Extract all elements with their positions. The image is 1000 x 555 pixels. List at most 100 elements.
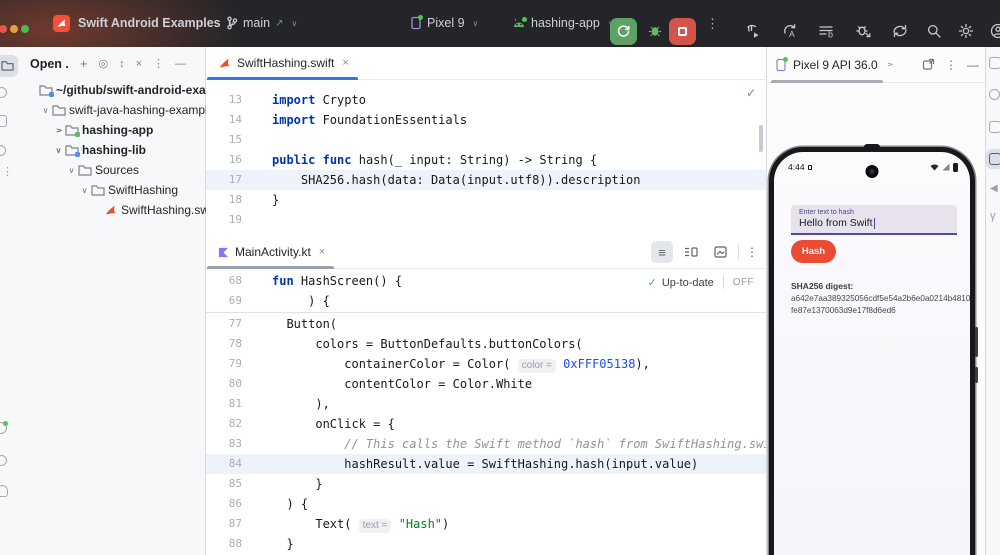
attach-debugger-button[interactable] (855, 23, 872, 39)
minimize-window-button[interactable] (10, 25, 18, 33)
code-token: hash(_ input: String) -> String { (351, 153, 598, 167)
tree-item-hashing-lib[interactable]: ∨ hashing-lib (18, 140, 205, 160)
hide-panel-icon[interactable]: — (175, 58, 186, 70)
add-icon[interactable]: + (80, 56, 88, 71)
device-tab-label[interactable]: Pixel 9 API 36.0 (793, 58, 878, 72)
code-line-83[interactable]: 83 // This calls the Swift method `hash`… (206, 434, 766, 454)
line-number: 84 (228, 457, 242, 470)
tree-chevron-icon[interactable]: ∨ (65, 166, 78, 175)
close-tab-icon[interactable]: × (319, 246, 325, 258)
rerun-button[interactable] (610, 18, 637, 45)
tree-item-hashing-app[interactable]: ∨ hashing-app (18, 120, 205, 140)
code-line-85[interactable]: 85 } (206, 474, 766, 494)
code-token: 0xFFF05138 (563, 357, 636, 371)
run-config-selector[interactable]: hashing-app ∨ (512, 16, 614, 30)
settings-button[interactable] (958, 23, 974, 39)
code-view-button[interactable]: ≡ (651, 241, 673, 263)
tree-chevron-icon[interactable]: ∨ (39, 106, 52, 115)
profiler-tool-button[interactable]: γ (990, 210, 996, 222)
terminal-tool-button[interactable] (0, 455, 7, 466)
code-line-19[interactable]: 19 (206, 210, 766, 230)
folder-icon (39, 84, 56, 97)
kotlin-editor[interactable]: ✓ Up-to-date OFF 68 fun HashScreen() {69 … (206, 269, 766, 555)
panel-options-icon[interactable]: ⋮ (153, 57, 164, 70)
code-line-15[interactable]: 15 (206, 130, 766, 150)
code-line-80[interactable]: 80 contentColor = Color.White (206, 374, 766, 394)
device-selector[interactable]: Pixel 9 ∨ (410, 15, 478, 30)
apply-changes-button[interactable]: A (782, 23, 799, 39)
close-tab-icon[interactable]: × (342, 57, 348, 69)
code-line-14[interactable]: 14 import FoundationEssentials (206, 110, 766, 130)
tree-item-swifthashing[interactable]: ∨ SwiftHashing (18, 180, 205, 200)
tree-chevron-icon[interactable]: ∨ (52, 146, 65, 155)
zoom-window-button[interactable] (21, 25, 29, 33)
top-editor-tabbar: SwiftHashing.swift × (206, 47, 766, 80)
hide-panel-icon[interactable]: — (967, 58, 979, 72)
hash-button[interactable]: Hash (791, 240, 836, 263)
code-line-17[interactable]: 17 SHA256.hash(data: Data(input.utf8)).d… (206, 170, 766, 190)
build-button[interactable] (746, 23, 763, 39)
collapse-all-icon[interactable]: × (136, 58, 142, 70)
project-selector[interactable]: Swift Android Examples ∨ (78, 16, 234, 30)
back-tool-button[interactable]: ◀ (990, 183, 998, 194)
tab-label: MainActivity.kt (235, 245, 311, 259)
open-in-window-icon[interactable] (922, 58, 935, 71)
uptodate-label: Up-to-date (661, 276, 714, 289)
split-view-button[interactable] (680, 241, 702, 263)
swift-editor[interactable]: ✓ 13 import Crypto 14 import FoundationEsse… (206, 80, 766, 236)
close-window-button[interactable] (0, 25, 7, 33)
project-view-selector[interactable]: Open . (30, 57, 69, 71)
design-view-button[interactable] (709, 241, 731, 263)
code-line-16[interactable]: 16 public func hash(_ input: String) -> S… (206, 150, 766, 170)
build-variants-button[interactable]: b (818, 23, 835, 39)
code-line-81[interactable]: 81 ), (206, 394, 766, 414)
tab-swifthashing-swift[interactable]: SwiftHashing.swift × (206, 47, 359, 80)
build-tool-button[interactable] (0, 485, 8, 497)
tab-mainactivity-kt[interactable]: MainActivity.kt × (206, 236, 335, 269)
live-edit-toggle[interactable]: OFF (733, 277, 754, 288)
tree-chevron-icon[interactable]: ∨ (78, 186, 91, 195)
profile-button[interactable] (990, 23, 1000, 39)
tree-item-sources[interactable]: ∨ Sources (18, 160, 205, 180)
field-label: Enter text to hash (799, 209, 854, 216)
tree-item-swift-java-hashing-example[interactable]: ∨ swift-java-hashing-example (18, 100, 215, 120)
device-mirror-tool-button[interactable] (989, 57, 1000, 69)
more-tools-button[interactable]: ⋮ (2, 165, 13, 178)
code-line-18[interactable]: 18} (206, 190, 766, 210)
gradle-sync-button[interactable] (891, 23, 909, 39)
ai-assistant-tool-button[interactable] (0, 421, 8, 434)
phone-screen[interactable]: 4:44 Enter text to hash Hello from Swift (774, 152, 970, 555)
code-line-77[interactable]: 77 Button( (206, 314, 766, 334)
debug-button[interactable] (647, 23, 663, 38)
phone-top-bump (864, 144, 880, 150)
tree-item-swifthashing-swift[interactable]: SwiftHashing.swift (18, 200, 218, 220)
code-line-86[interactable]: 86 ) { (206, 494, 766, 514)
layout-inspector-tool-button[interactable] (989, 121, 1000, 133)
branch-selector[interactable]: main ↗ ∨ (226, 16, 297, 30)
bookmarks-tool-button[interactable] (0, 145, 6, 156)
code-line-79[interactable]: 79 containerColor = Color( color = 0xFFF… (206, 354, 766, 374)
tree-item-github-swift-android-examples[interactable]: ~/github/swift-android-examples (18, 80, 240, 100)
hash-input-field[interactable]: Enter text to hash Hello from Swift (791, 205, 957, 235)
tree-chevron-icon[interactable]: ∨ (52, 126, 65, 135)
code-line-13[interactable]: 13 import Crypto (206, 90, 766, 110)
code-line-84[interactable]: 84 hashResult.value = SwiftHashing.hash(… (206, 454, 766, 474)
commit-tool-button[interactable] (0, 87, 7, 98)
structure-tool-button[interactable] (0, 115, 7, 127)
inspections-ok-icon[interactable]: ✓ (746, 86, 756, 100)
code-line-82[interactable]: 82 onClick = { (206, 414, 766, 434)
panel-options-icon[interactable]: ⋮ (945, 58, 957, 72)
gemini-tool-button[interactable] (989, 89, 1000, 100)
editor-options-icon[interactable]: ⋮ (746, 245, 758, 259)
tree-item-label: hashing-app (82, 123, 154, 137)
code-line-87[interactable]: 87 Text( text = "Hash") (206, 514, 766, 534)
locate-file-icon[interactable]: ◎ (99, 57, 109, 70)
code-line-69[interactable]: 69 ) { (206, 291, 766, 311)
code-line-78[interactable]: 78 colors = ButtonDefaults.buttonColors( (206, 334, 766, 354)
stop-button[interactable] (669, 18, 696, 45)
search-button[interactable] (926, 23, 942, 39)
code-line-88[interactable]: 88 } (206, 534, 766, 554)
run-more-button[interactable]: ⋮ (706, 16, 719, 32)
editor-scrollbar[interactable] (759, 125, 763, 152)
expand-icon[interactable]: ↕ (119, 58, 125, 70)
